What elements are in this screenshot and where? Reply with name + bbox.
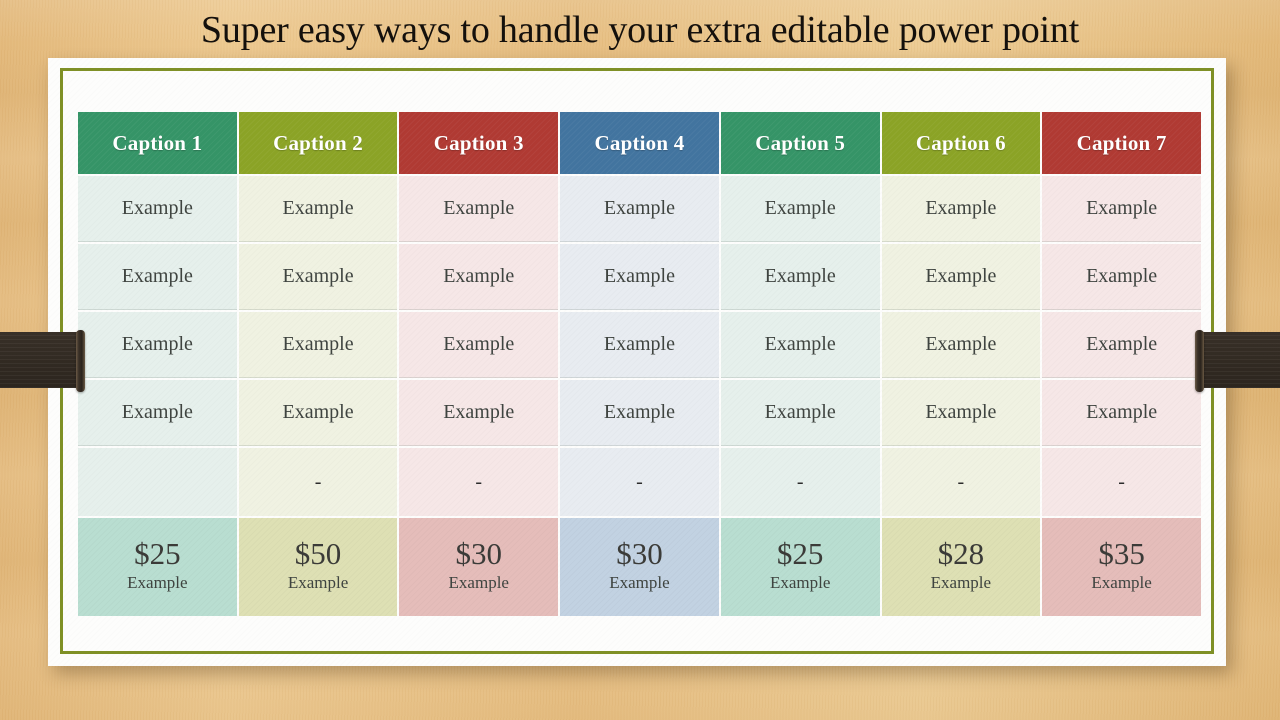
table-cell: Example [1042, 244, 1201, 310]
price-subtitle: Example [930, 573, 992, 592]
table-cell: Example [560, 244, 719, 310]
price-subtitle: Example [448, 573, 509, 592]
table-cell: - [399, 448, 559, 516]
price-amount: $25 [776, 536, 824, 571]
price-cell[interactable]: $30 Example [399, 518, 559, 616]
content-card: Caption 1 Caption 2 Caption 3 Caption 4 Capt… [48, 58, 1226, 666]
price-subtitle: Example [769, 573, 831, 592]
header-row: Caption 1 Caption 2 Caption 3 Caption 4 Capt… [78, 112, 1201, 174]
price-amount: $50 [294, 536, 342, 571]
price-row: $25 Example $50 Example $30 Example $30 Example… [78, 518, 1201, 616]
price-amount: $25 [134, 536, 181, 571]
table-cell: Example [399, 244, 559, 310]
slide-title: Super easy ways to handle your extra edi… [200, 9, 1080, 51]
table-row: Example Example Example Example Example Examp… [78, 312, 1201, 378]
table-cell: Example [399, 312, 559, 378]
table-cell: - [560, 448, 719, 516]
pricing-table-container: Caption 1 Caption 2 Caption 3 Caption 4 Capt… [76, 110, 1203, 618]
price-cell[interactable]: $25 Example [720, 518, 880, 616]
column-header-7[interactable]: Caption 7 [1042, 112, 1201, 174]
pricing-table-header: Caption 1 Caption 2 Caption 3 Caption 4 Capt… [78, 112, 1201, 174]
decorative-strap-right [1198, 332, 1280, 388]
table-cell: Example [881, 312, 1041, 378]
table-cell: - [881, 448, 1041, 516]
table-row: ------ [78, 448, 1201, 516]
table-cell: Example [560, 176, 719, 242]
slide: Super easy ways to handle your extra edi… [0, 0, 1280, 720]
table-row: Example Example Example Example Example Examp… [78, 380, 1201, 446]
column-header-1[interactable]: Caption 1 [78, 112, 237, 174]
table-cell: Example [720, 244, 880, 310]
price-amount: $30 [455, 536, 503, 571]
price-amount: $28 [937, 536, 985, 571]
table-cell: Example [238, 176, 398, 242]
table-cell: Example [720, 380, 880, 446]
table-cell: Example [881, 176, 1041, 242]
table-cell: - [720, 448, 880, 516]
table-cell: Example [238, 380, 398, 446]
column-header-3[interactable]: Caption 3 [399, 112, 559, 174]
price-subtitle: Example [287, 573, 349, 592]
column-header-5[interactable]: Caption 5 [720, 112, 880, 174]
table-cell: Example [78, 244, 237, 310]
decorative-strap-cap-right [1195, 330, 1204, 392]
decorative-strap-left [0, 332, 82, 388]
column-header-2[interactable]: Caption 2 [238, 112, 398, 174]
price-subtitle: Example [1091, 573, 1152, 592]
table-cell: Example [78, 312, 237, 378]
table-cell: - [238, 448, 398, 516]
table-cell: Example [1042, 380, 1201, 446]
column-header-6[interactable]: Caption 6 [881, 112, 1041, 174]
price-cell[interactable]: $50 Example [238, 518, 398, 616]
table-cell: Example [560, 380, 719, 446]
price-subtitle: Example [609, 573, 670, 592]
price-cell[interactable]: $30 Example [560, 518, 719, 616]
table-row: Example Example Example Example Example Examp… [78, 176, 1201, 242]
pricing-table: Caption 1 Caption 2 Caption 3 Caption 4 Capt… [76, 110, 1203, 618]
table-cell: Example [560, 312, 719, 378]
table-cell: Example [1042, 176, 1201, 242]
table-cell: Example [720, 312, 880, 378]
price-amount: $35 [1098, 536, 1145, 571]
table-row: Example Example Example Example Example Examp… [78, 244, 1201, 310]
table-cell: Example [238, 312, 398, 378]
price-cell[interactable]: $25 Example [78, 518, 237, 616]
table-cell: Example [238, 244, 398, 310]
price-cell[interactable]: $28 Example [881, 518, 1041, 616]
table-cell: Example [399, 176, 559, 242]
table-cell: Example [399, 380, 559, 446]
table-cell: - [1042, 448, 1201, 516]
table-cell: Example [78, 380, 237, 446]
table-cell: Example [1042, 312, 1201, 378]
table-cell: Example [720, 176, 880, 242]
table-cell [78, 448, 237, 516]
table-cell: Example [78, 176, 237, 242]
price-amount: $30 [616, 536, 663, 571]
pricing-table-body: Example Example Example Example Example Examp… [78, 176, 1201, 616]
decorative-strap-cap-left [76, 330, 85, 392]
price-cell[interactable]: $35 Example [1042, 518, 1201, 616]
price-subtitle: Example [127, 573, 188, 592]
table-cell: Example [881, 244, 1041, 310]
table-cell: Example [881, 380, 1041, 446]
column-header-4[interactable]: Caption 4 [560, 112, 719, 174]
